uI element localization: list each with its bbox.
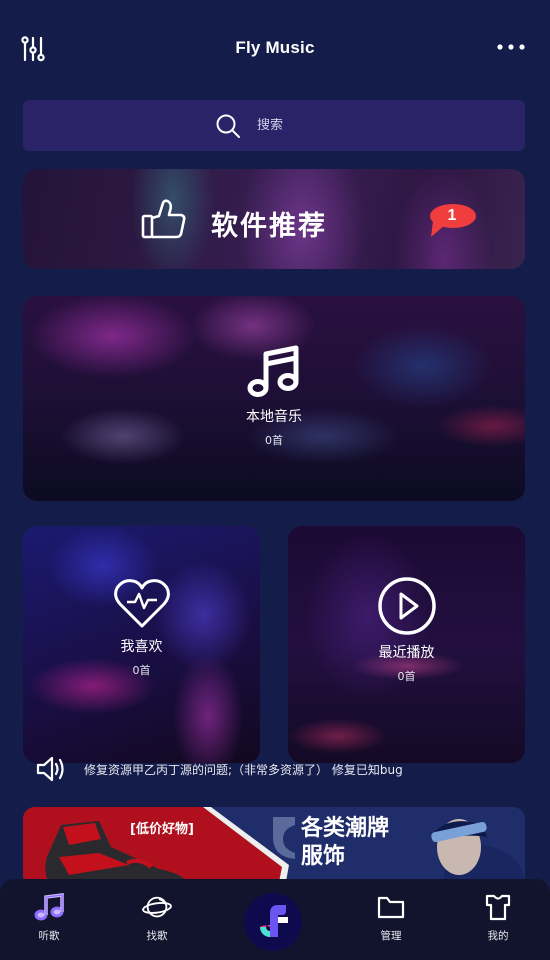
model-image <box>431 819 525 887</box>
planet-icon <box>142 896 172 918</box>
heart-pulse-icon <box>113 579 170 628</box>
search-bar[interactable] <box>23 100 525 151</box>
app-logo-icon <box>260 905 288 937</box>
recommend-label: 软件推荐 <box>211 211 327 242</box>
music-note-icon <box>247 345 299 397</box>
promo-headline: 各类潮牌 服饰 <box>301 816 390 869</box>
play-circle-icon <box>377 577 436 635</box>
tshirt-icon <box>485 894 511 921</box>
tab-listen[interactable]: 听歌 <box>14 893 84 943</box>
local-music-card[interactable]: 本地音乐 0首 <box>23 296 525 501</box>
recent-played-card[interactable]: 最近播放 0首 <box>288 526 525 763</box>
music-note-icon <box>34 893 64 921</box>
notice-marquee[interactable]: 修复资源甲乙丙丁源的问题;（非常多资源了） 修复已知bug <box>36 754 536 784</box>
folder-icon <box>377 896 405 919</box>
card-count: 0首 <box>397 670 416 683</box>
quote-mark-icon <box>273 817 295 859</box>
promo-tag: [低价好物] <box>130 822 194 837</box>
tab-label: 找歌 <box>146 930 168 942</box>
more-icon[interactable] <box>496 43 526 51</box>
tab-mine[interactable]: 我的 <box>463 893 533 943</box>
tab-manage[interactable]: 管理 <box>356 893 426 943</box>
notification-badge: 1 <box>427 203 477 239</box>
card-title: 最近播放 <box>378 645 435 661</box>
notice-text: 修复资源甲乙丙丁源的问题;（非常多资源了） 修复已知bug <box>84 762 403 777</box>
card-count: 0首 <box>265 434 283 447</box>
card-count: 0首 <box>132 664 151 677</box>
speaker-icon <box>36 756 64 782</box>
promo-banner[interactable]: [低价好物] 各类潮牌 服饰 <box>23 807 525 887</box>
app-header: Fly Music <box>0 0 550 96</box>
tab-label: 管理 <box>380 930 402 942</box>
search-icon <box>216 114 240 138</box>
search-input[interactable] <box>257 118 317 133</box>
bottom-tab-bar: 听歌 找歌 管理 我的 <box>0 879 550 960</box>
app-logo-button[interactable] <box>244 893 302 951</box>
badge-count: 1 <box>447 207 457 224</box>
card-title: 本地音乐 <box>246 409 302 425</box>
thumbs-up-icon <box>141 199 186 239</box>
app-title: Fly Music <box>235 38 315 57</box>
software-recommend-banner[interactable]: 软件推荐 1 <box>23 169 525 269</box>
tab-label: 听歌 <box>38 930 60 942</box>
card-title: 我喜欢 <box>120 639 163 655</box>
favorites-card[interactable]: 我喜欢 0首 <box>23 526 260 763</box>
tab-find[interactable]: 找歌 <box>122 893 192 943</box>
tab-label: 我的 <box>487 930 509 942</box>
